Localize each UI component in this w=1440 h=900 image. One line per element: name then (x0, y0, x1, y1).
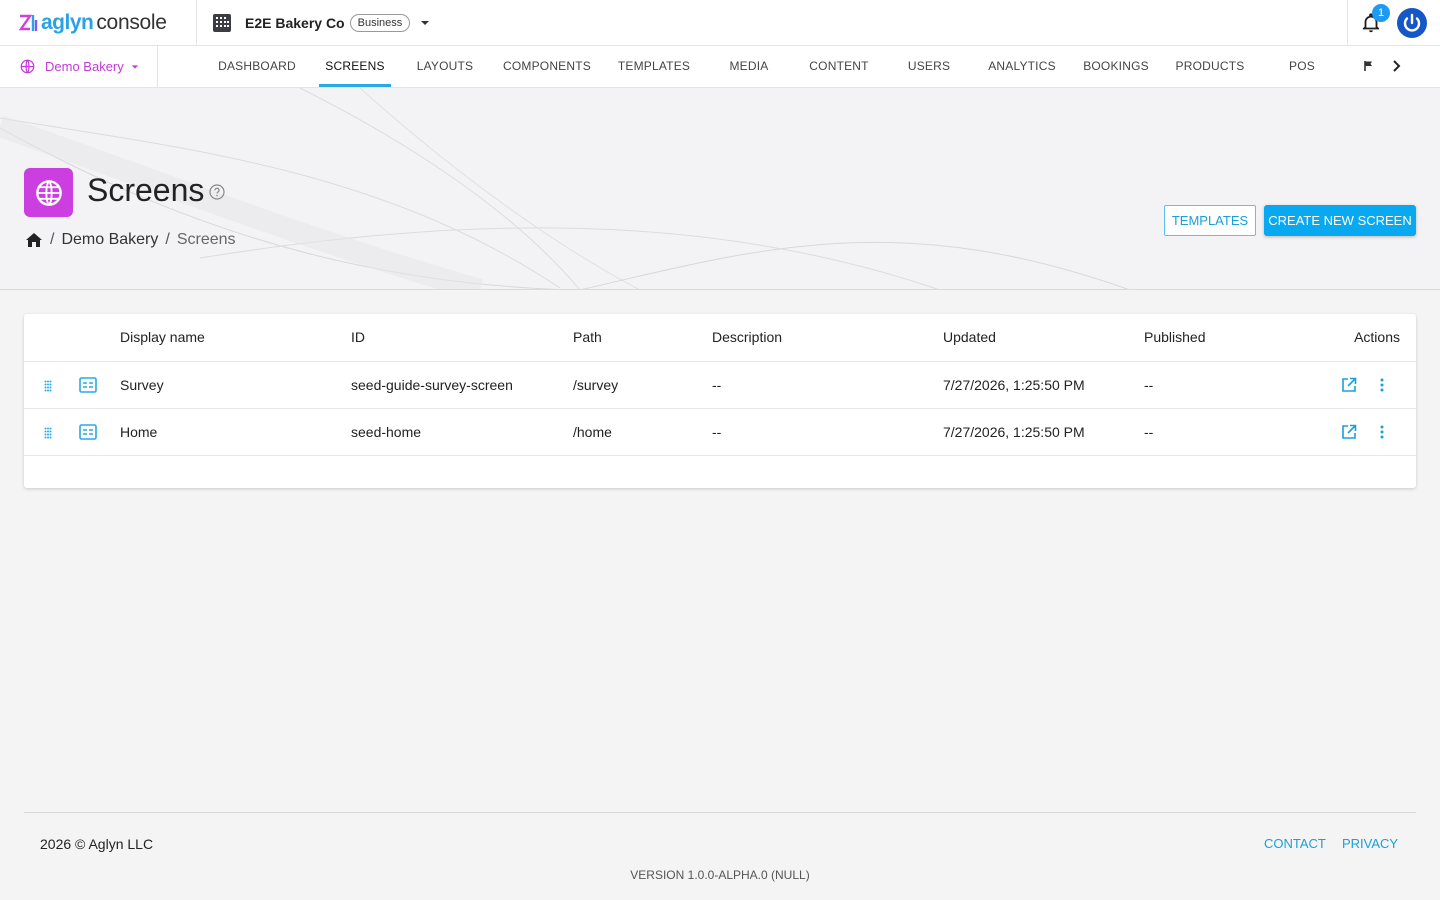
more-vert-icon[interactable] (1378, 424, 1386, 440)
brand-suffix: console (96, 10, 167, 34)
tab-layouts[interactable]: LAYOUTS (405, 46, 485, 87)
more-vert-icon[interactable] (1378, 377, 1386, 393)
column-header-path[interactable]: Path (573, 314, 602, 361)
org-switcher[interactable]: E2E Bakery Co Business (197, 0, 430, 46)
page-title: Screens (87, 172, 205, 208)
main-nav: Demo Bakery DASHBOARD SCREENS LAYOUTS CO… (0, 46, 1440, 88)
help-icon[interactable] (209, 184, 225, 200)
column-header-updated[interactable]: Updated (943, 314, 996, 361)
cell-description: -- (712, 424, 722, 440)
column-header-description[interactable]: Description (712, 314, 782, 361)
table-row[interactable]: Home seed-home /home -- 7/27/2026, 1:25:… (24, 409, 1416, 456)
open-in-new-icon[interactable] (1341, 377, 1357, 393)
column-header-published[interactable]: Published (1144, 314, 1206, 361)
drag-handle-icon[interactable] (44, 380, 52, 392)
building-icon (213, 13, 231, 32)
site-name: Demo Bakery (45, 59, 124, 74)
screens-page-icon (24, 168, 73, 217)
cell-path: /home (573, 424, 612, 440)
flag-icon[interactable] (1364, 60, 1374, 72)
tab-users[interactable]: USERS (893, 46, 965, 87)
screens-table: Display name ID Path Description Updated… (24, 314, 1416, 488)
cell-updated: 7/27/2026, 1:25:50 PM (943, 377, 1085, 393)
screen-icon (79, 377, 97, 393)
notifications-button[interactable]: 1 (1347, 0, 1393, 46)
power-icon[interactable] (1397, 8, 1427, 38)
breadcrumb-separator: / (50, 231, 55, 248)
caret-down-icon[interactable] (420, 18, 430, 28)
tab-pos[interactable]: POS (1275, 46, 1329, 87)
templates-button[interactable]: TEMPLATES (1164, 205, 1256, 236)
tab-components[interactable]: COMPONENTS (497, 46, 597, 87)
org-name: E2E Bakery Co (245, 14, 345, 31)
copyright-text: 2026 © Aglyn LLC (40, 836, 154, 852)
cell-display-name: Home (120, 424, 158, 440)
cell-path: /survey (573, 377, 619, 393)
version-text: VERSION 1.0.0-ALPHA.0 (NULL) (630, 868, 810, 882)
column-header-display-name[interactable]: Display name (120, 314, 205, 361)
breadcrumb: / Demo Bakery / Screens (25, 231, 236, 249)
create-new-screen-button[interactable]: CREATE NEW SCREEN (1264, 205, 1416, 236)
globe-icon (20, 59, 35, 74)
aglyn-logo-icon (18, 14, 38, 31)
notification-count-badge: 1 (1372, 4, 1390, 22)
brand-name: aglyn (41, 10, 94, 34)
screen-icon (79, 424, 97, 440)
chevron-right-icon[interactable] (1390, 59, 1402, 73)
tab-analytics[interactable]: ANALYTICS (980, 46, 1064, 87)
drag-handle-icon[interactable] (44, 427, 52, 439)
top-bar: aglyn console E2E Bakery Co Business 1 (0, 0, 1440, 46)
column-header-actions: Actions (1354, 329, 1400, 345)
home-icon[interactable] (25, 232, 43, 248)
cell-description: -- (712, 377, 722, 393)
active-tab-indicator (319, 84, 391, 87)
tab-content[interactable]: CONTENT (799, 46, 879, 87)
app-logo[interactable]: aglyn console (0, 0, 197, 46)
tab-screens[interactable]: SCREENS (319, 46, 391, 87)
cell-id: seed-home (351, 424, 422, 440)
breadcrumb-separator: / (165, 231, 170, 248)
cell-updated: 7/27/2026, 1:25:50 PM (943, 424, 1085, 440)
caret-down-icon (131, 64, 138, 69)
table-row[interactable]: Survey seed-guide-survey-screen /survey … (24, 362, 1416, 409)
privacy-link[interactable]: PRIVACY (1342, 836, 1398, 851)
breadcrumb-site-link[interactable]: Demo Bakery (61, 231, 158, 249)
footer-divider (24, 812, 1416, 813)
contact-link[interactable]: CONTACT (1264, 836, 1326, 851)
cell-published: -- (1144, 424, 1154, 440)
cell-published: -- (1144, 377, 1154, 393)
site-selector[interactable]: Demo Bakery (0, 46, 158, 87)
column-header-id[interactable]: ID (351, 314, 365, 361)
plan-badge: Business (349, 13, 411, 32)
top-right-actions: 1 (1347, 0, 1440, 46)
tab-media[interactable]: MEDIA (714, 46, 784, 87)
page-header: Screens / Demo Bakery / Screens TEMPLATE… (0, 88, 1440, 290)
open-in-new-icon[interactable] (1341, 424, 1357, 440)
cell-display-name: Survey (120, 377, 164, 393)
cell-id: seed-guide-survey-screen (351, 377, 513, 393)
breadcrumb-current: Screens (176, 231, 236, 248)
tab-dashboard[interactable]: DASHBOARD (205, 46, 309, 87)
tab-products[interactable]: PRODUCTS (1167, 46, 1253, 87)
tab-bookings[interactable]: BOOKINGS (1076, 46, 1156, 87)
tab-templates[interactable]: TEMPLATES (606, 46, 702, 87)
globe-icon (35, 179, 62, 206)
